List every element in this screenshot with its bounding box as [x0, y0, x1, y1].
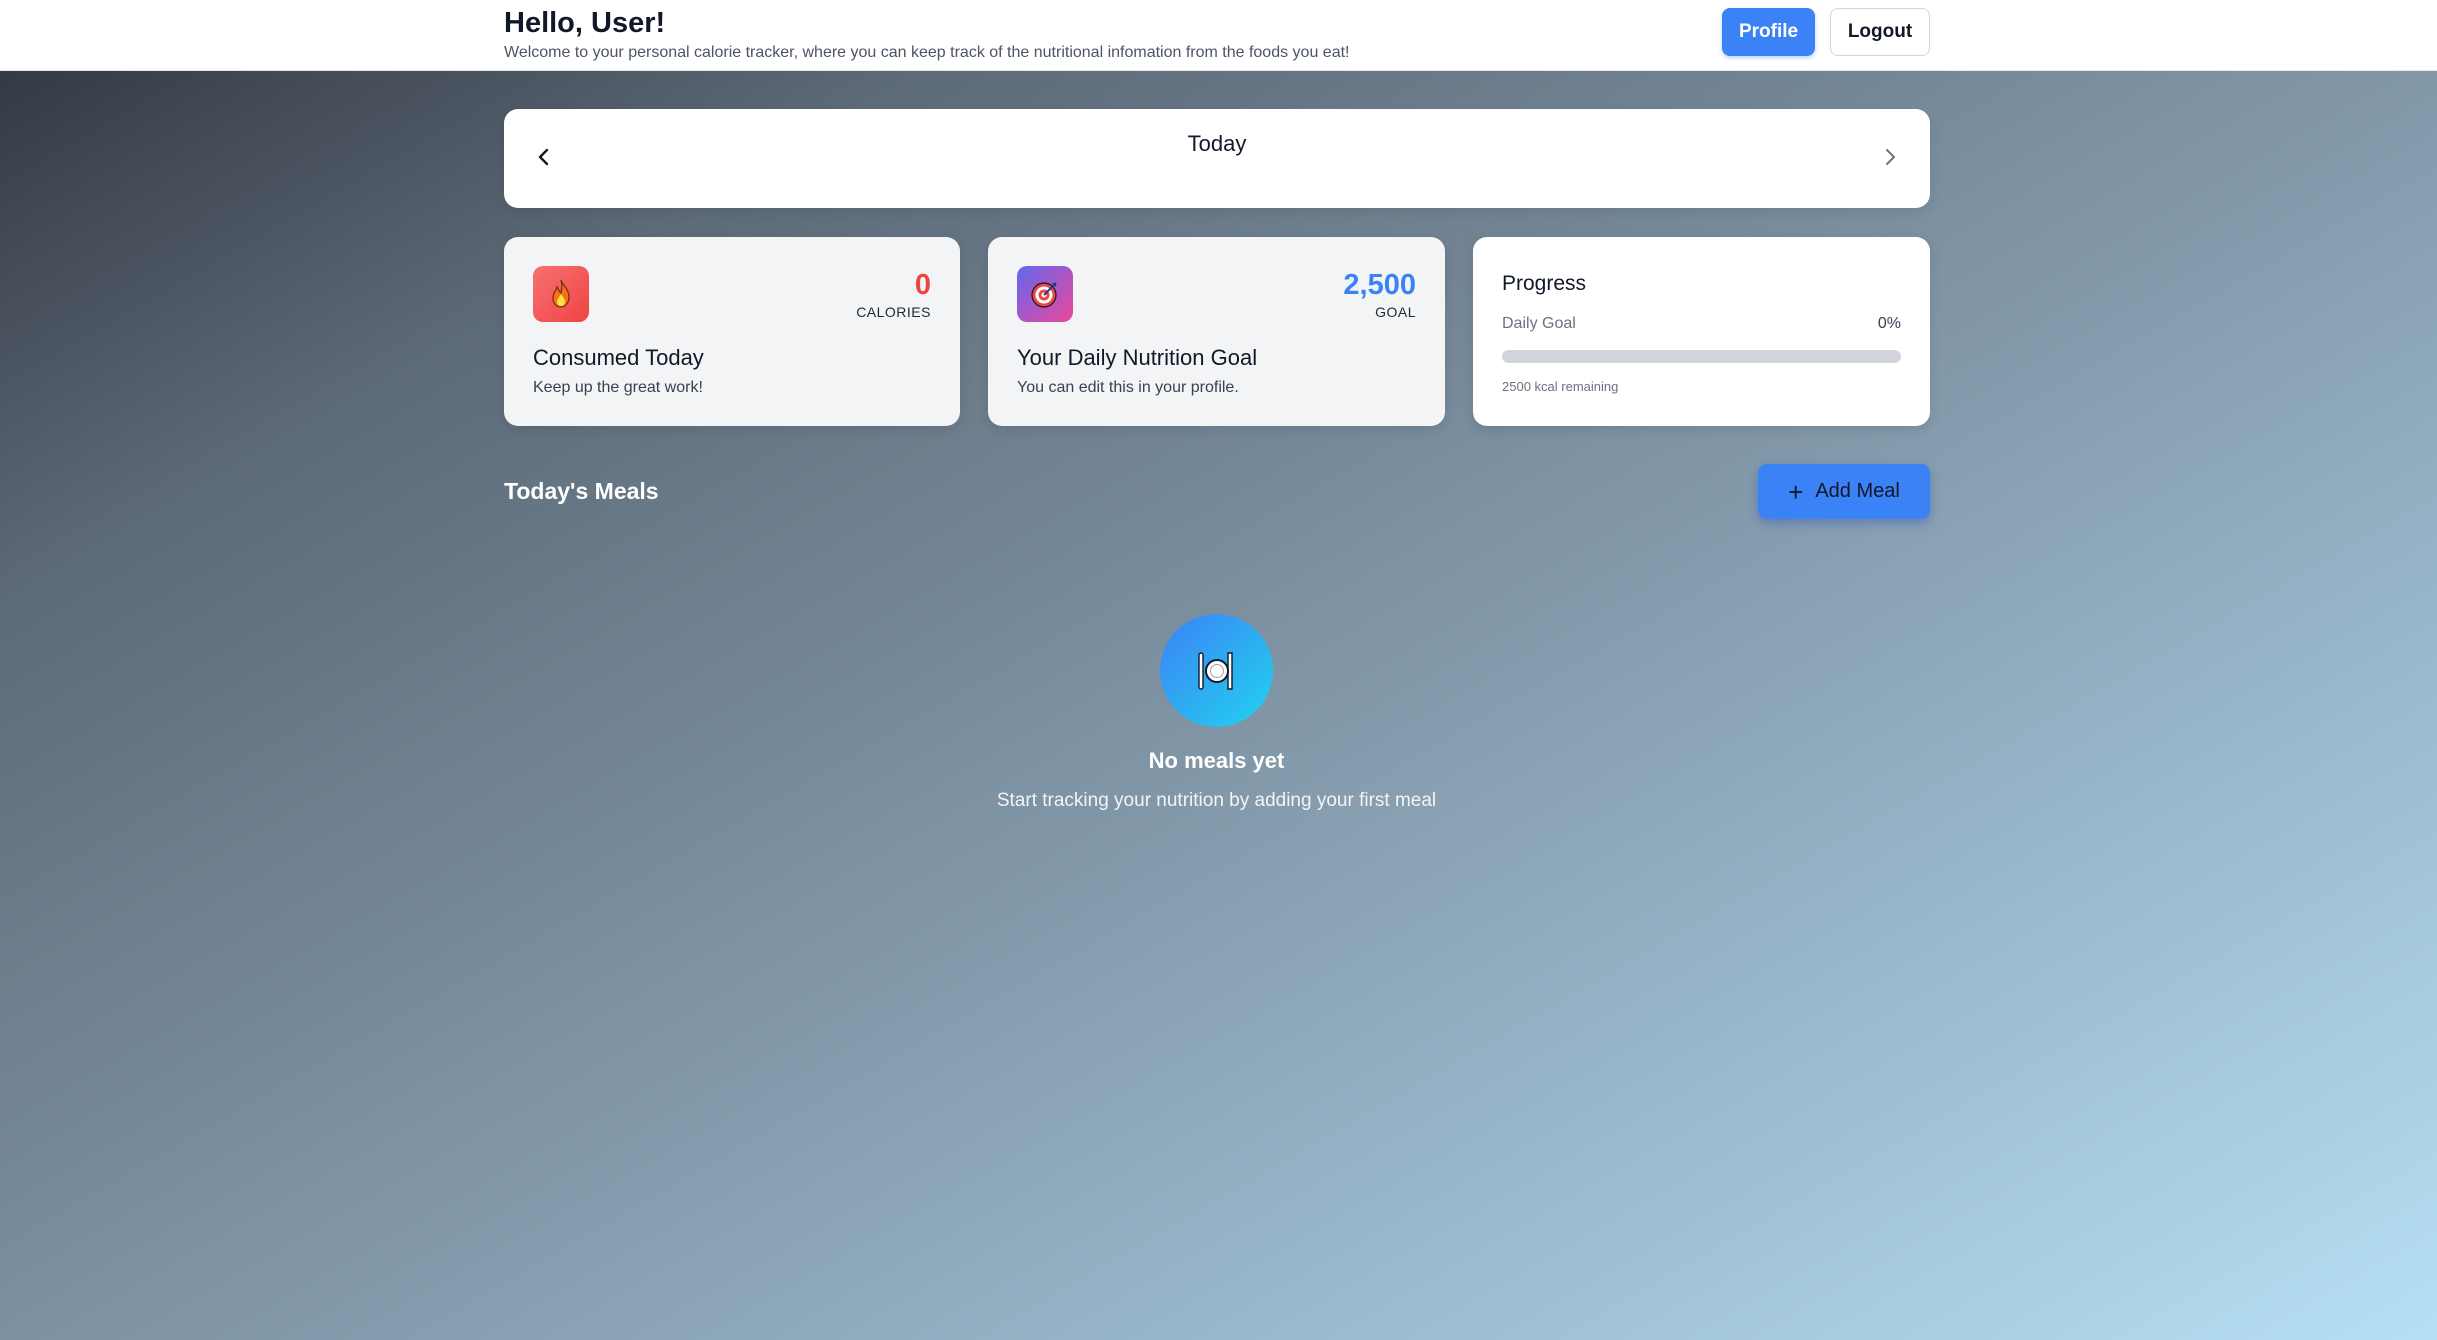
calories-consumed-value: 0 [914, 269, 931, 301]
fire-icon-badge [533, 266, 589, 322]
progress-title: Progress [1502, 272, 1587, 295]
plate-cutlery-icon [1197, 651, 1233, 690]
top-header: Hello, User! Welcome to your personal ca… [0, 0, 2437, 71]
consumed-card-description: Keep up the great work! [533, 379, 703, 396]
greeting-title: Hello, User! [504, 7, 666, 39]
logout-button[interactable]: Logout [1830, 8, 1930, 56]
calories-unit-label: CALORIES [856, 304, 931, 320]
progress-card: Progress Daily Goal 0% 2500 kcal remaini… [1473, 237, 1930, 426]
current-date-label: Today [1187, 131, 1247, 156]
consumed-card-title: Consumed Today [533, 345, 704, 370]
header-subtitle: Welcome to your personal calorie tracker… [504, 44, 1350, 61]
target-icon-badge [1017, 266, 1073, 322]
daily-goal-card: 2,500 GOAL Your Daily Nutrition Goal You… [988, 237, 1445, 426]
date-navigator: Today [504, 109, 1930, 208]
target-icon [1031, 282, 1057, 308]
todays-meals-heading: Today's Meals [504, 478, 659, 504]
add-meal-label: Add Meal [1815, 480, 1900, 502]
goal-card-title: Your Daily Nutrition Goal [1017, 345, 1258, 370]
add-meal-button[interactable]: + Add Meal [1758, 464, 1930, 519]
next-day-button[interactable] [1872, 139, 1908, 175]
consumed-today-card: 0 CALORIES Consumed Today Keep up the gr… [504, 237, 960, 426]
daily-goal-label: Daily Goal [1502, 315, 1576, 332]
plus-icon: + [1788, 476, 1804, 507]
chevron-right-icon [1886, 149, 1895, 165]
empty-meals-title: No meals yet [1148, 748, 1285, 773]
progress-bar [1502, 350, 1901, 363]
goal-calories-value: 2,500 [1343, 269, 1416, 301]
goal-card-description: You can edit this in your profile. [1017, 379, 1239, 396]
goal-unit-label: GOAL [1375, 304, 1416, 320]
profile-button[interactable]: Profile [1722, 8, 1815, 56]
empty-meals-illustration [1160, 614, 1273, 727]
progress-percent: 0% [1877, 315, 1901, 332]
empty-meals-description: Start tracking your nutrition by adding … [996, 790, 1437, 811]
kcal-remaining-text: 2500 kcal remaining [1502, 379, 1619, 394]
fire-icon [552, 279, 570, 308]
